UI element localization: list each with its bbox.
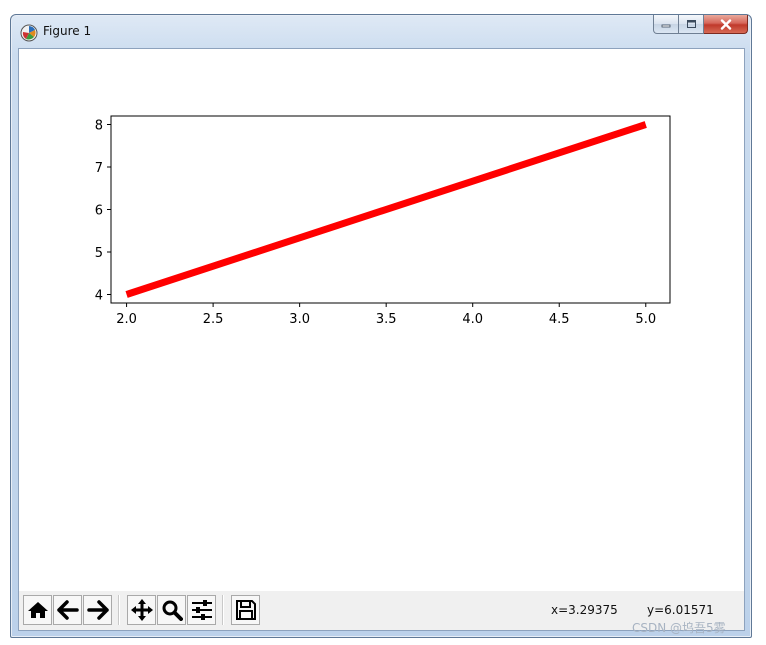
watermark-text: CSDN @坞吾5雾: [632, 621, 726, 635]
x-tick-label: 2.5: [203, 312, 224, 327]
close-button[interactable]: [704, 15, 748, 34]
save-button[interactable]: [231, 595, 260, 625]
screen: Figure 1 2.0 2.5 3.0 3.5 4.0 4.5 5.0 4 5…: [0, 0, 766, 645]
home-icon: [27, 602, 48, 618]
arrow-right-icon: [86, 600, 109, 620]
x-tick-label: 4.0: [462, 312, 483, 327]
matplotlib-figure-icon: [20, 24, 38, 42]
move-arrows-icon: [130, 599, 153, 621]
magnifier-icon: [162, 600, 183, 621]
x-tick-label: 4.5: [549, 312, 570, 327]
subplots-button[interactable]: [187, 595, 216, 625]
y-axis: 4 5 6 7 8: [95, 119, 111, 304]
y-tick-label: 6: [95, 204, 103, 219]
maximize-icon: [686, 20, 696, 28]
x-tick-label: 5.0: [635, 312, 656, 327]
x-tick-label: 3.5: [376, 312, 397, 327]
minimize-button[interactable]: [653, 15, 679, 34]
arrow-left-icon: [56, 600, 79, 620]
forward-button[interactable]: [83, 595, 112, 625]
figure-canvas-area: 2.0 2.5 3.0 3.5 4.0 4.5 5.0 4 5 6 7 8 x=3.29…: [18, 48, 745, 631]
back-button[interactable]: [53, 595, 82, 625]
y-tick-label: 7: [95, 161, 103, 176]
window-controls: [653, 15, 748, 35]
zoom-button[interactable]: [157, 595, 186, 625]
y-tick-label: 8: [95, 119, 103, 134]
y-tick-label: 4: [95, 289, 103, 304]
home-button[interactable]: [23, 595, 52, 625]
close-icon: [720, 18, 731, 30]
cursor-y-readout: y=6.01571: [647, 603, 714, 617]
pan-button[interactable]: [127, 595, 156, 625]
x-tick-label: 2.0: [116, 312, 137, 327]
cursor-x-readout: x=3.29375: [551, 603, 618, 617]
figure-window: Figure 1 2.0 2.5 3.0 3.5 4.0 4.5 5.0 4 5…: [10, 14, 752, 638]
maximize-button[interactable]: [679, 15, 704, 34]
sliders-icon: [191, 600, 212, 620]
window-title: Figure 1: [43, 24, 92, 38]
x-axis: 2.0 2.5 3.0 3.5 4.0 4.5 5.0: [116, 303, 656, 327]
minimize-icon: [661, 24, 671, 28]
title-bar[interactable]: Figure 1: [11, 15, 751, 49]
x-tick-label: 3.0: [289, 312, 310, 327]
figure-canvas[interactable]: 2.0 2.5 3.0 3.5 4.0 4.5 5.0 4 5 6 7 8: [19, 49, 744, 589]
floppy-disk-icon: [235, 600, 256, 620]
toolbar-separator: [222, 595, 224, 625]
toolbar-separator: [118, 595, 120, 625]
y-tick-label: 5: [95, 246, 103, 261]
